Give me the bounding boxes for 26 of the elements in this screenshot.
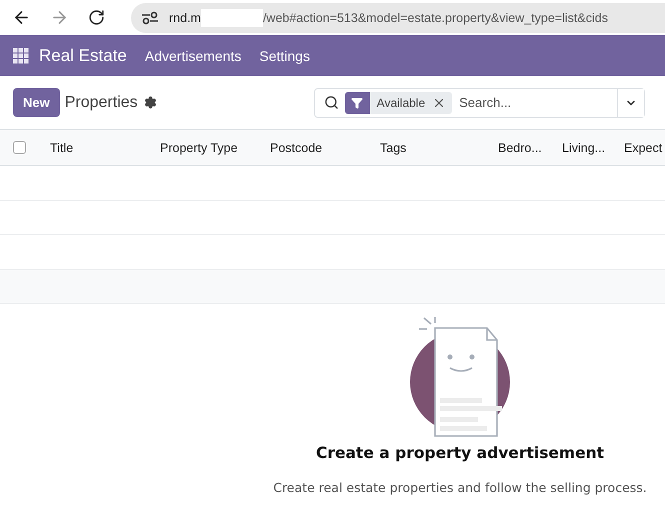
column-header[interactable]: Living...: [562, 140, 624, 154]
column-header[interactable]: Tags: [380, 140, 498, 154]
app-name[interactable]: Real Estate: [39, 46, 127, 66]
search-icon[interactable]: [324, 95, 339, 110]
empty-state-text: Create real estate properties and follow the selling process.: [273, 480, 647, 495]
facet-label: Available: [376, 96, 426, 110]
search-bar[interactable]: Available Search...: [314, 88, 645, 118]
column-header[interactable]: Property Type: [160, 140, 270, 154]
column-header[interactable]: Postcode: [270, 140, 380, 154]
url-text: /web#action=513&model=estate.property&view_type=list&cids: [262, 10, 608, 24]
select-all-checkbox[interactable]: [13, 141, 26, 154]
apps-grid-icon[interactable]: [13, 48, 29, 64]
filter-icon: [344, 92, 370, 114]
dropdown-toggle[interactable]: [616, 88, 644, 116]
address-bar[interactable]: rnd.m /web#action=513&model=estate.property&view_type=list&cids: [131, 2, 665, 32]
column-header[interactable]: Title: [50, 140, 160, 154]
nav-menu-item[interactable]: Advertisements: [144, 48, 242, 64]
breadcrumb: Properties: [64, 94, 138, 112]
column-header[interactable]: Expect: [624, 140, 665, 154]
empty-state-title: Create a property advertisement: [316, 444, 604, 462]
url-text: rnd.m: [169, 10, 201, 24]
new-button[interactable]: New: [13, 88, 60, 117]
nav-menu-item[interactable]: Settings: [259, 48, 310, 64]
site-settings-icon[interactable]: [141, 10, 159, 24]
settings-icon[interactable]: [144, 96, 157, 109]
column-header[interactable]: Bedro...: [498, 140, 562, 154]
